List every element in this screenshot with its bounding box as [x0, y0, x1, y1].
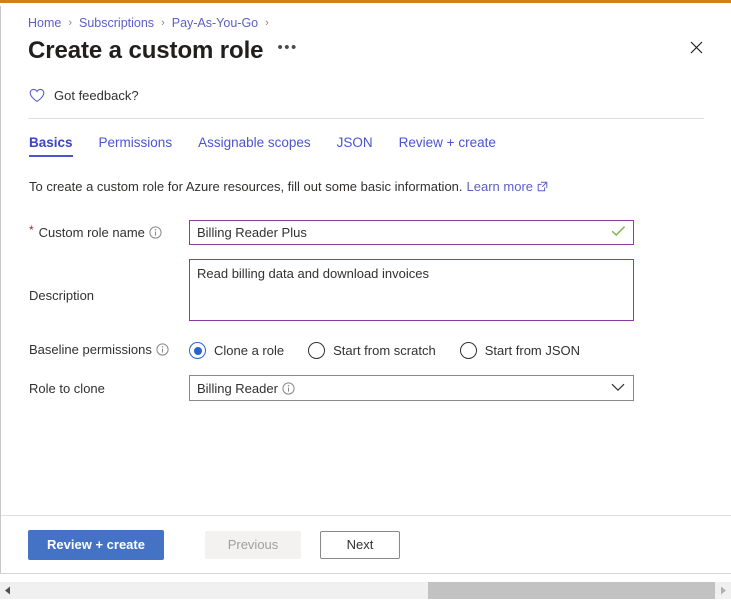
field-baseline-permissions: Baseline permissions Clone a role Start … — [29, 340, 731, 359]
field-role-to-clone: Role to clone Billing Reader — [29, 375, 731, 401]
field-description: Description — [29, 259, 731, 326]
required-indicator: * — [29, 222, 34, 237]
next-button[interactable]: Next — [320, 530, 400, 559]
radio-circle-icon — [308, 342, 326, 359]
custom-role-name-input-wrap — [189, 220, 634, 245]
radio-circle-icon — [459, 342, 477, 359]
tab-bar: Basics Permissions Assignable scopes JSO… — [1, 119, 731, 157]
tab-json[interactable]: JSON — [337, 133, 373, 157]
breadcrumb-item-pay-as-you-go[interactable]: Pay-As-You-Go — [172, 16, 258, 30]
info-icon[interactable] — [156, 343, 169, 356]
radio-start-from-json-label: Start from JSON — [484, 343, 581, 358]
custom-role-name-input[interactable] — [189, 220, 634, 245]
got-feedback-label: Got feedback? — [54, 88, 139, 103]
radio-clone-a-role-label: Clone a role — [214, 343, 285, 358]
tab-permissions[interactable]: Permissions — [99, 133, 173, 157]
radio-start-from-scratch-label: Start from scratch — [333, 343, 436, 358]
radio-circle-icon — [189, 342, 206, 359]
breadcrumb-separator-icon: › — [265, 17, 269, 29]
scrollbar-thumb[interactable] — [428, 582, 715, 599]
breadcrumb-item-subscriptions[interactable]: Subscriptions — [79, 16, 154, 30]
intro-text-row: To create a custom role for Azure resour… — [1, 157, 731, 194]
breadcrumb: Home › Subscriptions › Pay-As-You-Go › — [1, 6, 731, 30]
close-icon — [690, 41, 702, 53]
blade-footer: Review + create Previous Next — [1, 515, 731, 573]
baseline-permissions-label: Baseline permissions — [29, 342, 152, 357]
review-create-button[interactable]: Review + create — [28, 529, 164, 560]
create-custom-role-blade: Home › Subscriptions › Pay-As-You-Go › C… — [1, 6, 731, 573]
external-link-icon — [537, 181, 548, 192]
radio-start-from-scratch[interactable]: Start from scratch — [308, 342, 436, 359]
scroll-left-arrow-icon[interactable] — [0, 582, 15, 599]
breadcrumb-separator-icon: › — [68, 17, 73, 29]
radio-start-from-json[interactable]: Start from JSON — [459, 342, 581, 359]
field-custom-role-name: * Custom role name — [29, 220, 731, 245]
more-options-icon[interactable]: ••• — [277, 40, 297, 61]
description-label: Description — [29, 287, 95, 303]
baseline-permissions-label-group: Baseline permissions — [29, 342, 189, 357]
role-to-clone-control: Billing Reader — [189, 375, 731, 401]
page-title: Create a custom role — [28, 37, 264, 64]
role-to-clone-dropdown[interactable]: Billing Reader — [189, 375, 634, 401]
info-icon[interactable] — [149, 226, 162, 239]
custom-role-name-label: Custom role name — [38, 225, 145, 240]
description-control — [189, 259, 731, 326]
breadcrumb-separator-icon: › — [161, 17, 165, 29]
radio-clone-a-role[interactable]: Clone a role — [189, 342, 284, 359]
previous-button: Previous — [205, 530, 301, 559]
learn-more-link[interactable]: Learn more — [467, 179, 533, 194]
breadcrumb-item-home[interactable]: Home — [28, 16, 61, 30]
close-button[interactable] — [681, 32, 711, 62]
description-textarea[interactable] — [189, 259, 634, 321]
azure-portal-blade: Home › Subscriptions › Pay-As-You-Go › C… — [0, 0, 731, 604]
tab-assignable-scopes[interactable]: Assignable scopes — [198, 133, 311, 157]
got-feedback-button[interactable]: Got feedback? — [1, 67, 139, 103]
role-to-clone-label-group: Role to clone — [29, 381, 189, 396]
chevron-down-icon — [611, 379, 625, 397]
role-to-clone-label: Role to clone — [29, 380, 105, 396]
info-icon[interactable] — [282, 381, 295, 395]
description-label-group: Description — [29, 283, 189, 303]
custom-role-name-label-group: * Custom role name — [29, 220, 189, 240]
heart-icon — [29, 88, 45, 103]
role-to-clone-value: Billing Reader — [197, 380, 278, 396]
custom-role-name-control — [189, 220, 731, 245]
basics-form: * Custom role name Billing Reader Plus D… — [1, 194, 731, 415]
baseline-permissions-control: Clone a role Start from scratch Start fr… — [189, 340, 731, 359]
intro-text: To create a custom role for Azure resour… — [29, 179, 463, 194]
horizontal-scrollbar[interactable] — [0, 573, 731, 604]
baseline-permissions-radio-group: Clone a role Start from scratch Start fr… — [189, 340, 731, 359]
title-row: Create a custom role ••• — [1, 30, 731, 67]
scroll-right-arrow-icon[interactable] — [716, 582, 731, 599]
tab-basics[interactable]: Basics — [29, 133, 73, 157]
tab-review-create[interactable]: Review + create — [399, 133, 496, 157]
